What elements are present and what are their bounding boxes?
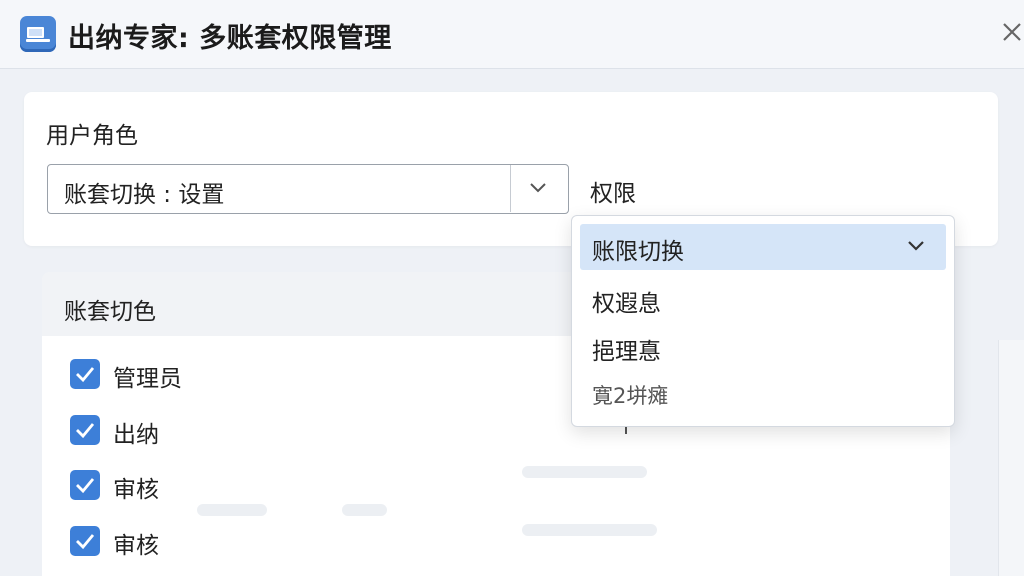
account-roles-header-label: 账套切色: [64, 299, 156, 325]
permission-option[interactable]: 权遐息: [580, 276, 946, 322]
permission-option-label: 挹理惪: [592, 339, 661, 365]
role-item-label: 出纳: [113, 422, 159, 448]
role-item-label: 管理员: [113, 366, 182, 392]
role-checkbox[interactable]: [70, 526, 100, 556]
permission-option[interactable]: 挹理惪: [580, 324, 946, 370]
permission-label: 权限: [590, 181, 636, 207]
side-panel-edge: [998, 340, 1024, 576]
app-logo-icon: [20, 16, 56, 52]
checkmark-icon: [76, 423, 95, 439]
faint-placeholder: [342, 504, 387, 516]
checkmark-icon: [76, 478, 95, 494]
permission-option-label: 寛2垪瘫: [592, 384, 669, 408]
role-item-label: 审核: [113, 477, 159, 503]
role-item-label: 审核: [113, 533, 159, 559]
title-bar: 出纳专家: 多账套权限管理: [0, 0, 1024, 69]
permission-option-selected[interactable]: 账限切换: [580, 224, 946, 270]
chevron-down-icon[interactable]: [528, 180, 548, 199]
permission-dropdown[interactable]: 账限切换 权遐息 挹理惪 寛2垪瘫: [571, 215, 955, 427]
checkmark-icon: [76, 367, 95, 383]
faint-placeholder: [522, 466, 647, 478]
role-checkbox[interactable]: [70, 470, 100, 500]
close-button[interactable]: [1000, 20, 1024, 48]
permission-option[interactable]: 寛2垪瘫: [580, 372, 946, 418]
select-divider: [510, 165, 511, 212]
faint-placeholder: [197, 504, 267, 516]
role-checkbox[interactable]: [70, 415, 100, 445]
account-switch-select[interactable]: 账套切换 : 设置: [47, 164, 569, 214]
chevron-down-icon[interactable]: [906, 238, 926, 257]
permission-option-label: 权遐息: [592, 291, 661, 317]
app-window: 出纳专家: 多账套权限管理 用户角色 账套切换 : 设置 权限 账套切色 管理员…: [0, 0, 1024, 576]
close-icon: [1003, 23, 1021, 41]
checkmark-icon: [76, 534, 95, 550]
user-role-label: 用户角色: [46, 123, 138, 149]
permission-option-label: 账限切换: [592, 239, 684, 265]
window-title: 出纳专家: 多账套权限管理: [68, 23, 392, 54]
account-switch-value: 账套切换 : 设置: [64, 182, 225, 208]
faint-placeholder: [522, 524, 657, 536]
role-checkbox[interactable]: [70, 359, 100, 389]
